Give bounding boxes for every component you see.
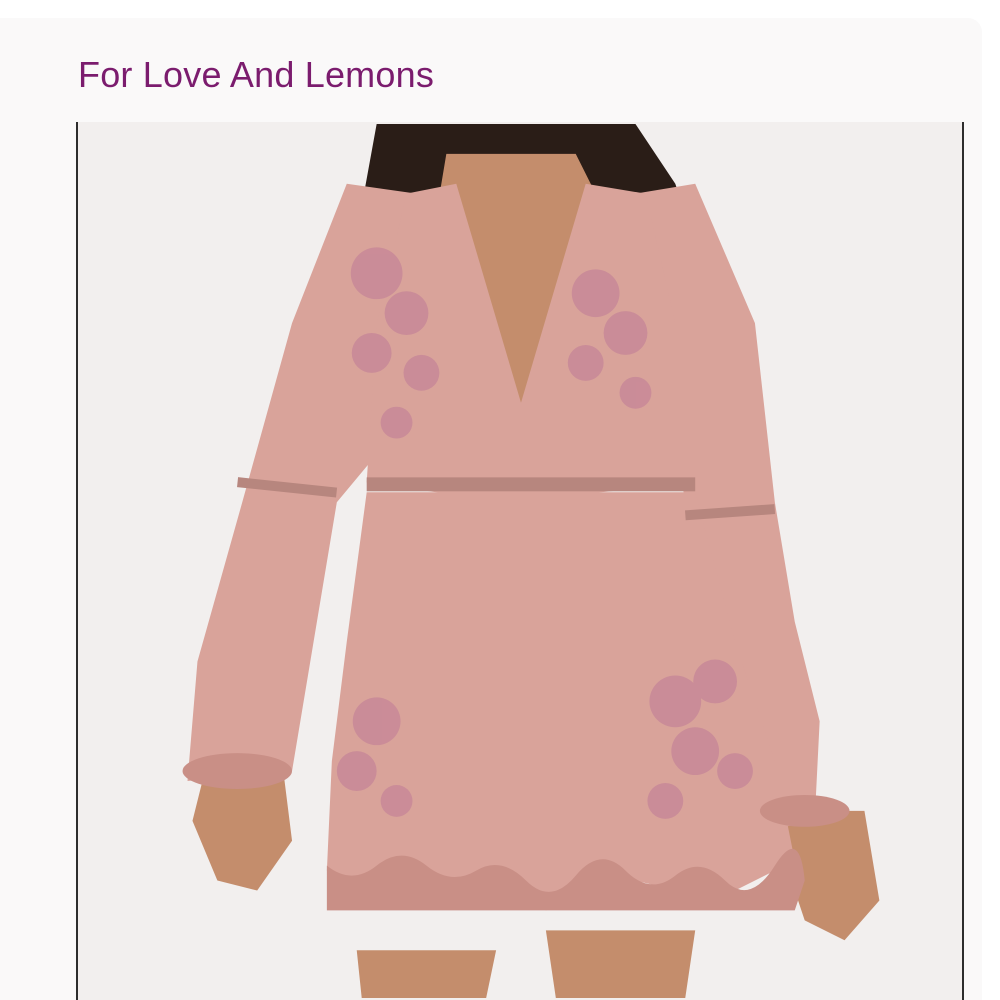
product-image[interactable]	[76, 122, 964, 1000]
brand-title[interactable]: For Love And Lemons	[78, 54, 434, 96]
product-card: For Love And Lemons	[0, 18, 982, 1000]
product-photo-illustration	[78, 123, 962, 999]
